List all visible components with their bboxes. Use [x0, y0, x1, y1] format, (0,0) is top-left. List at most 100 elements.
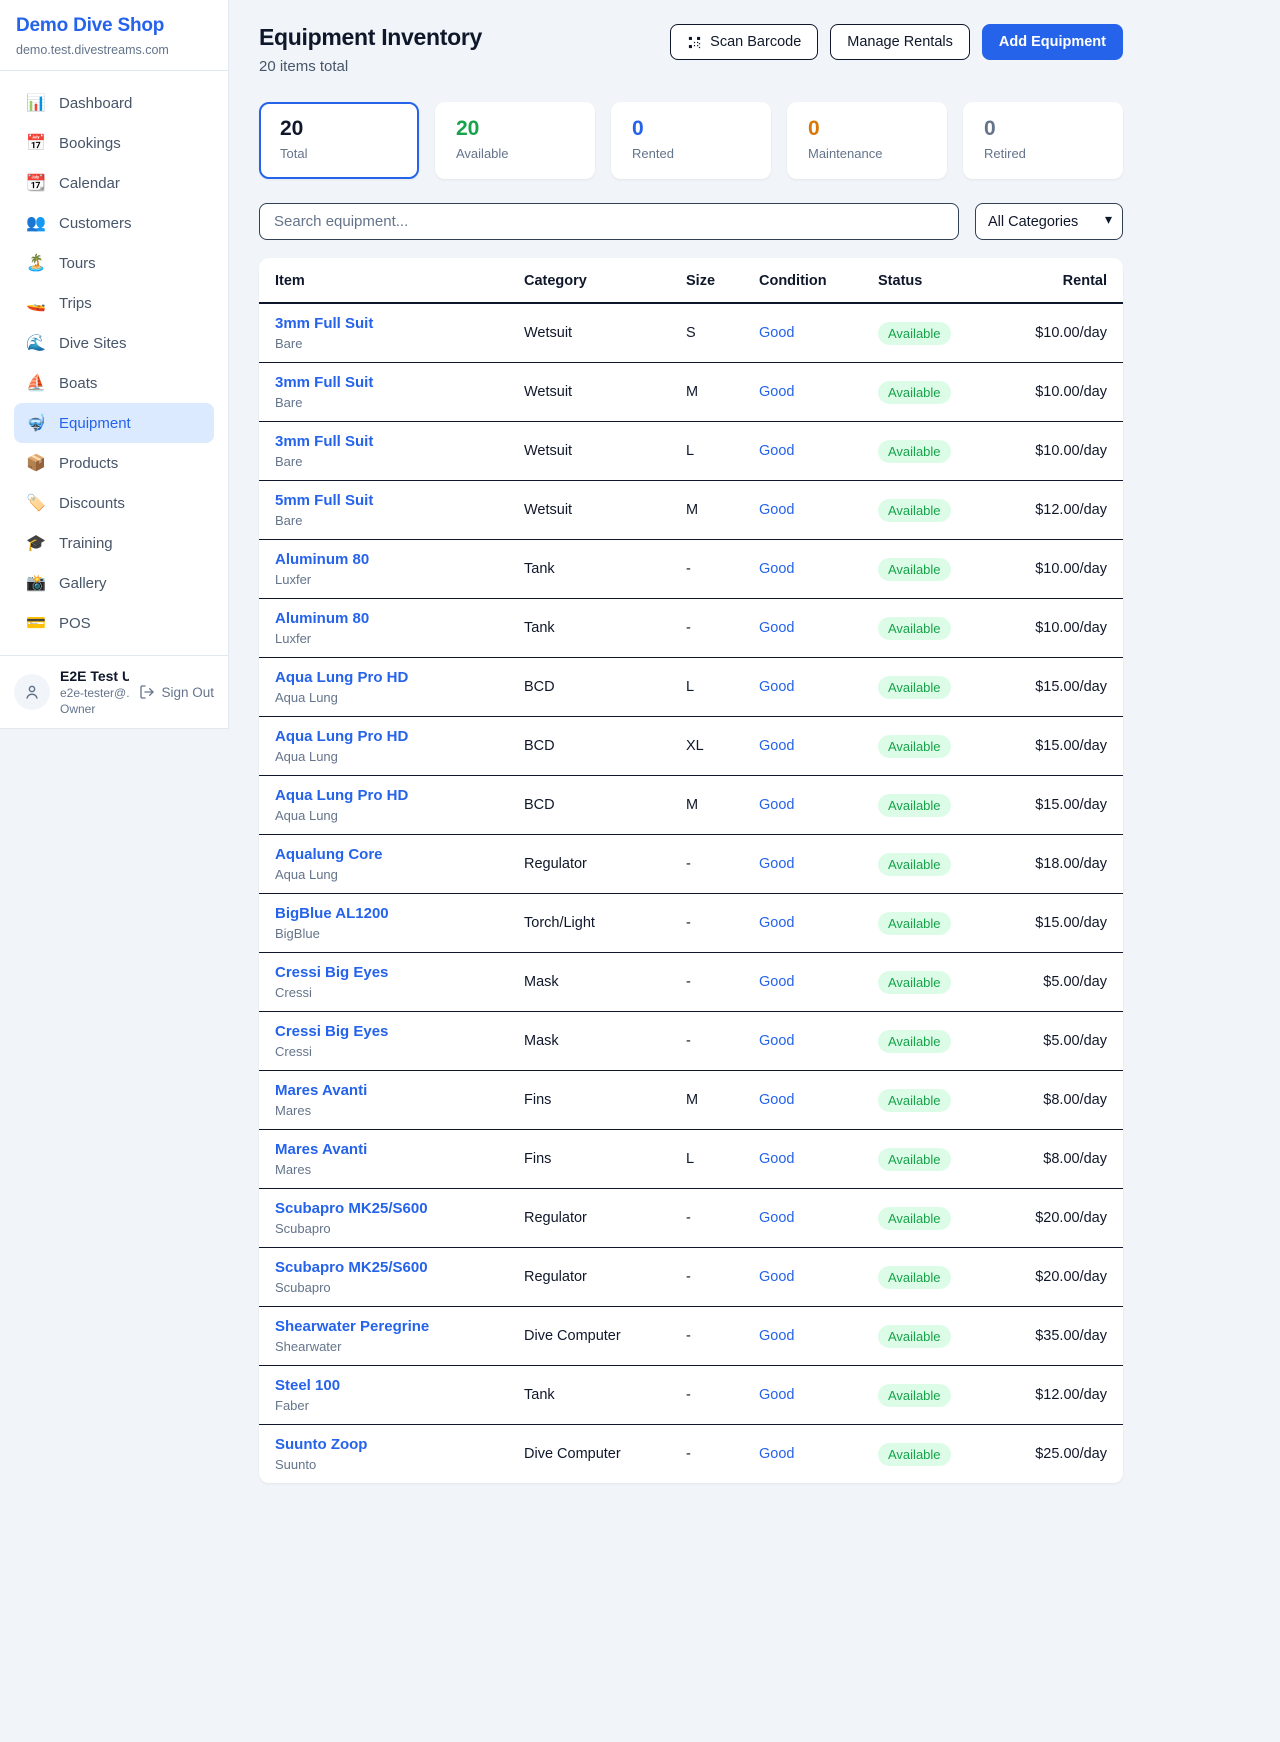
item-name-link[interactable]: Cressi Big Eyes — [275, 964, 492, 981]
condition-value[interactable]: Good — [759, 561, 794, 577]
condition-value[interactable]: Good — [759, 1387, 794, 1403]
condition-value[interactable]: Good — [759, 1328, 794, 1344]
condition-value[interactable]: Good — [759, 1446, 794, 1462]
sidebar-item-icon: 💳 — [26, 613, 46, 633]
condition-value[interactable]: Good — [759, 1092, 794, 1108]
status-badge: Available — [878, 853, 951, 876]
item-name-link[interactable]: Cressi Big Eyes — [275, 1023, 492, 1040]
sidebar-item[interactable]: 📊 Dashboard — [14, 83, 214, 123]
item-name-link[interactable]: Steel 100 — [275, 1377, 492, 1394]
sidebar-item[interactable]: 🤿 Equipment — [14, 403, 214, 443]
stat-card[interactable]: 20 Total — [259, 102, 419, 179]
size-cell: L — [670, 658, 743, 717]
add-equipment-button[interactable]: Add Equipment — [982, 24, 1123, 60]
stat-card[interactable]: 0 Maintenance — [787, 102, 947, 179]
status-cell: Available — [862, 835, 992, 894]
item-cell: Mares Avanti Mares — [259, 1071, 508, 1130]
condition-value[interactable]: Good — [759, 443, 794, 459]
sidebar-item[interactable]: 📦 Products — [14, 443, 214, 483]
item-name-link[interactable]: 3mm Full Suit — [275, 315, 492, 332]
sidebar-item[interactable]: 🚤 Trips — [14, 283, 214, 323]
sidebar-item-icon: 🤿 — [26, 413, 46, 433]
sidebar-item[interactable]: 📅 Bookings — [14, 123, 214, 163]
sidebar-item[interactable]: 👥 Customers — [14, 203, 214, 243]
condition-cell: Good — [743, 894, 862, 953]
condition-cell: Good — [743, 1071, 862, 1130]
category-select[interactable]: All Categories — [975, 203, 1123, 240]
item-name-link[interactable]: Aqua Lung Pro HD — [275, 669, 492, 686]
sign-out-button[interactable]: Sign Out — [139, 684, 214, 700]
column-header-condition: Condition — [743, 258, 862, 303]
item-brand: Scubapro — [275, 1221, 492, 1236]
item-name-link[interactable]: 3mm Full Suit — [275, 374, 492, 391]
rental-cell: $20.00/day — [992, 1248, 1123, 1307]
item-name-link[interactable]: Aluminum 80 — [275, 610, 492, 627]
condition-value[interactable]: Good — [759, 797, 794, 813]
sidebar-nav: 📊 Dashboard 📅 Bookings 📆 Calendar 👥 Cust… — [0, 70, 228, 655]
condition-value[interactable]: Good — [759, 325, 794, 341]
item-cell: Steel 100 Faber — [259, 1366, 508, 1425]
stat-value: 0 — [808, 117, 926, 141]
table-row: Shearwater Peregrine Shearwater Dive Com… — [259, 1307, 1123, 1366]
stat-card[interactable]: 0 Rented — [611, 102, 771, 179]
table-row: Scubapro MK25/S600 Scubapro Regulator - … — [259, 1189, 1123, 1248]
item-name-link[interactable]: BigBlue AL1200 — [275, 905, 492, 922]
sidebar-item-label: Customers — [59, 215, 132, 232]
condition-cell: Good — [743, 363, 862, 422]
user-role: Owner — [60, 702, 129, 716]
condition-value[interactable]: Good — [759, 620, 794, 636]
rental-cell: $20.00/day — [992, 1189, 1123, 1248]
search-input[interactable] — [259, 203, 959, 240]
item-brand: Bare — [275, 513, 492, 528]
item-name-link[interactable]: Aqua Lung Pro HD — [275, 787, 492, 804]
item-name-link[interactable]: Suunto Zoop — [275, 1436, 492, 1453]
condition-value[interactable]: Good — [759, 915, 794, 931]
item-name-link[interactable]: 3mm Full Suit — [275, 433, 492, 450]
sidebar-item[interactable]: 📆 Calendar — [14, 163, 214, 203]
scan-barcode-button[interactable]: Scan Barcode — [670, 24, 818, 60]
status-badge: Available — [878, 322, 951, 345]
sidebar-item[interactable]: 🎓 Training — [14, 523, 214, 563]
table-row: Aqua Lung Pro HD Aqua Lung BCD XL Good A… — [259, 717, 1123, 776]
condition-cell: Good — [743, 599, 862, 658]
manage-rentals-button[interactable]: Manage Rentals — [830, 24, 970, 60]
condition-value[interactable]: Good — [759, 1269, 794, 1285]
condition-cell: Good — [743, 1012, 862, 1071]
item-name-link[interactable]: 5mm Full Suit — [275, 492, 492, 509]
category-cell: Dive Computer — [508, 1307, 670, 1366]
item-name-link[interactable]: Shearwater Peregrine — [275, 1318, 492, 1335]
stat-card[interactable]: 0 Retired — [963, 102, 1123, 179]
sidebar-item[interactable]: ⛵ Boats — [14, 363, 214, 403]
table-row: Scubapro MK25/S600 Scubapro Regulator - … — [259, 1248, 1123, 1307]
item-brand: Cressi — [275, 1044, 492, 1059]
item-name-link[interactable]: Mares Avanti — [275, 1082, 492, 1099]
sidebar-item[interactable]: 💳 POS — [14, 603, 214, 643]
sidebar-item[interactable]: 🏝️ Tours — [14, 243, 214, 283]
condition-value[interactable]: Good — [759, 384, 794, 400]
sidebar-item[interactable]: 🌊 Dive Sites — [14, 323, 214, 363]
condition-value[interactable]: Good — [759, 856, 794, 872]
condition-value[interactable]: Good — [759, 502, 794, 518]
item-brand: Bare — [275, 454, 492, 469]
condition-value[interactable]: Good — [759, 1151, 794, 1167]
column-header-status: Status — [862, 258, 992, 303]
size-cell: XL — [670, 717, 743, 776]
sidebar-item-label: Dashboard — [59, 95, 132, 112]
item-name-link[interactable]: Aqualung Core — [275, 846, 492, 863]
sidebar-item[interactable]: 🏷️ Discounts — [14, 483, 214, 523]
item-name-link[interactable]: Aqua Lung Pro HD — [275, 728, 492, 745]
condition-value[interactable]: Good — [759, 1210, 794, 1226]
condition-value[interactable]: Good — [759, 738, 794, 754]
condition-value[interactable]: Good — [759, 679, 794, 695]
item-brand: Bare — [275, 336, 492, 351]
item-brand: Bare — [275, 395, 492, 410]
item-name-link[interactable]: Aluminum 80 — [275, 551, 492, 568]
condition-value[interactable]: Good — [759, 1033, 794, 1049]
sidebar-item[interactable]: 📸 Gallery — [14, 563, 214, 603]
page-header: Equipment Inventory 20 items total Scan … — [259, 24, 1123, 75]
condition-value[interactable]: Good — [759, 974, 794, 990]
item-name-link[interactable]: Scubapro MK25/S600 — [275, 1259, 492, 1276]
item-name-link[interactable]: Scubapro MK25/S600 — [275, 1200, 492, 1217]
item-name-link[interactable]: Mares Avanti — [275, 1141, 492, 1158]
stat-card[interactable]: 20 Available — [435, 102, 595, 179]
